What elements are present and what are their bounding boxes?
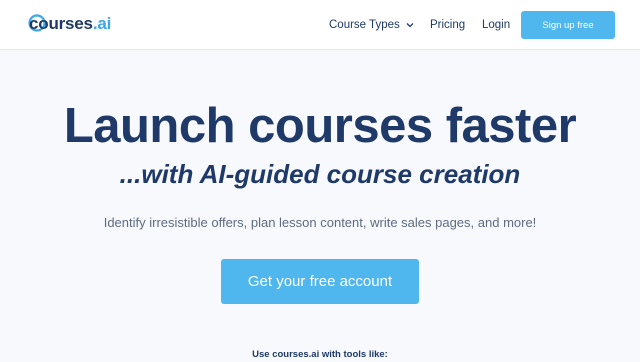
hero-description: Identify irresistible offers, plan lesso… xyxy=(103,215,537,230)
nav-login[interactable]: Login xyxy=(482,0,510,50)
chevron-down-icon xyxy=(406,23,414,28)
get-free-account-button[interactable]: Get your free account xyxy=(221,259,419,304)
top-header: courses.ai Course Types Pricing Login Si… xyxy=(0,0,640,50)
nav-login-label: Login xyxy=(482,19,511,31)
nav-pricing-label: Pricing xyxy=(430,19,466,31)
signup-button[interactable]: Sign up free xyxy=(521,11,615,39)
nav-pricing[interactable]: Pricing xyxy=(430,0,465,50)
logo[interactable]: courses.ai xyxy=(28,13,111,35)
nav-course-types[interactable]: Course Types xyxy=(329,0,414,50)
logo-text: courses.ai xyxy=(29,14,112,33)
nav-course-types-label: Course Types xyxy=(329,19,400,31)
hero-subtitle: ...with AI-guided course creation xyxy=(119,159,521,189)
hero-title: Launch courses faster xyxy=(63,99,577,153)
